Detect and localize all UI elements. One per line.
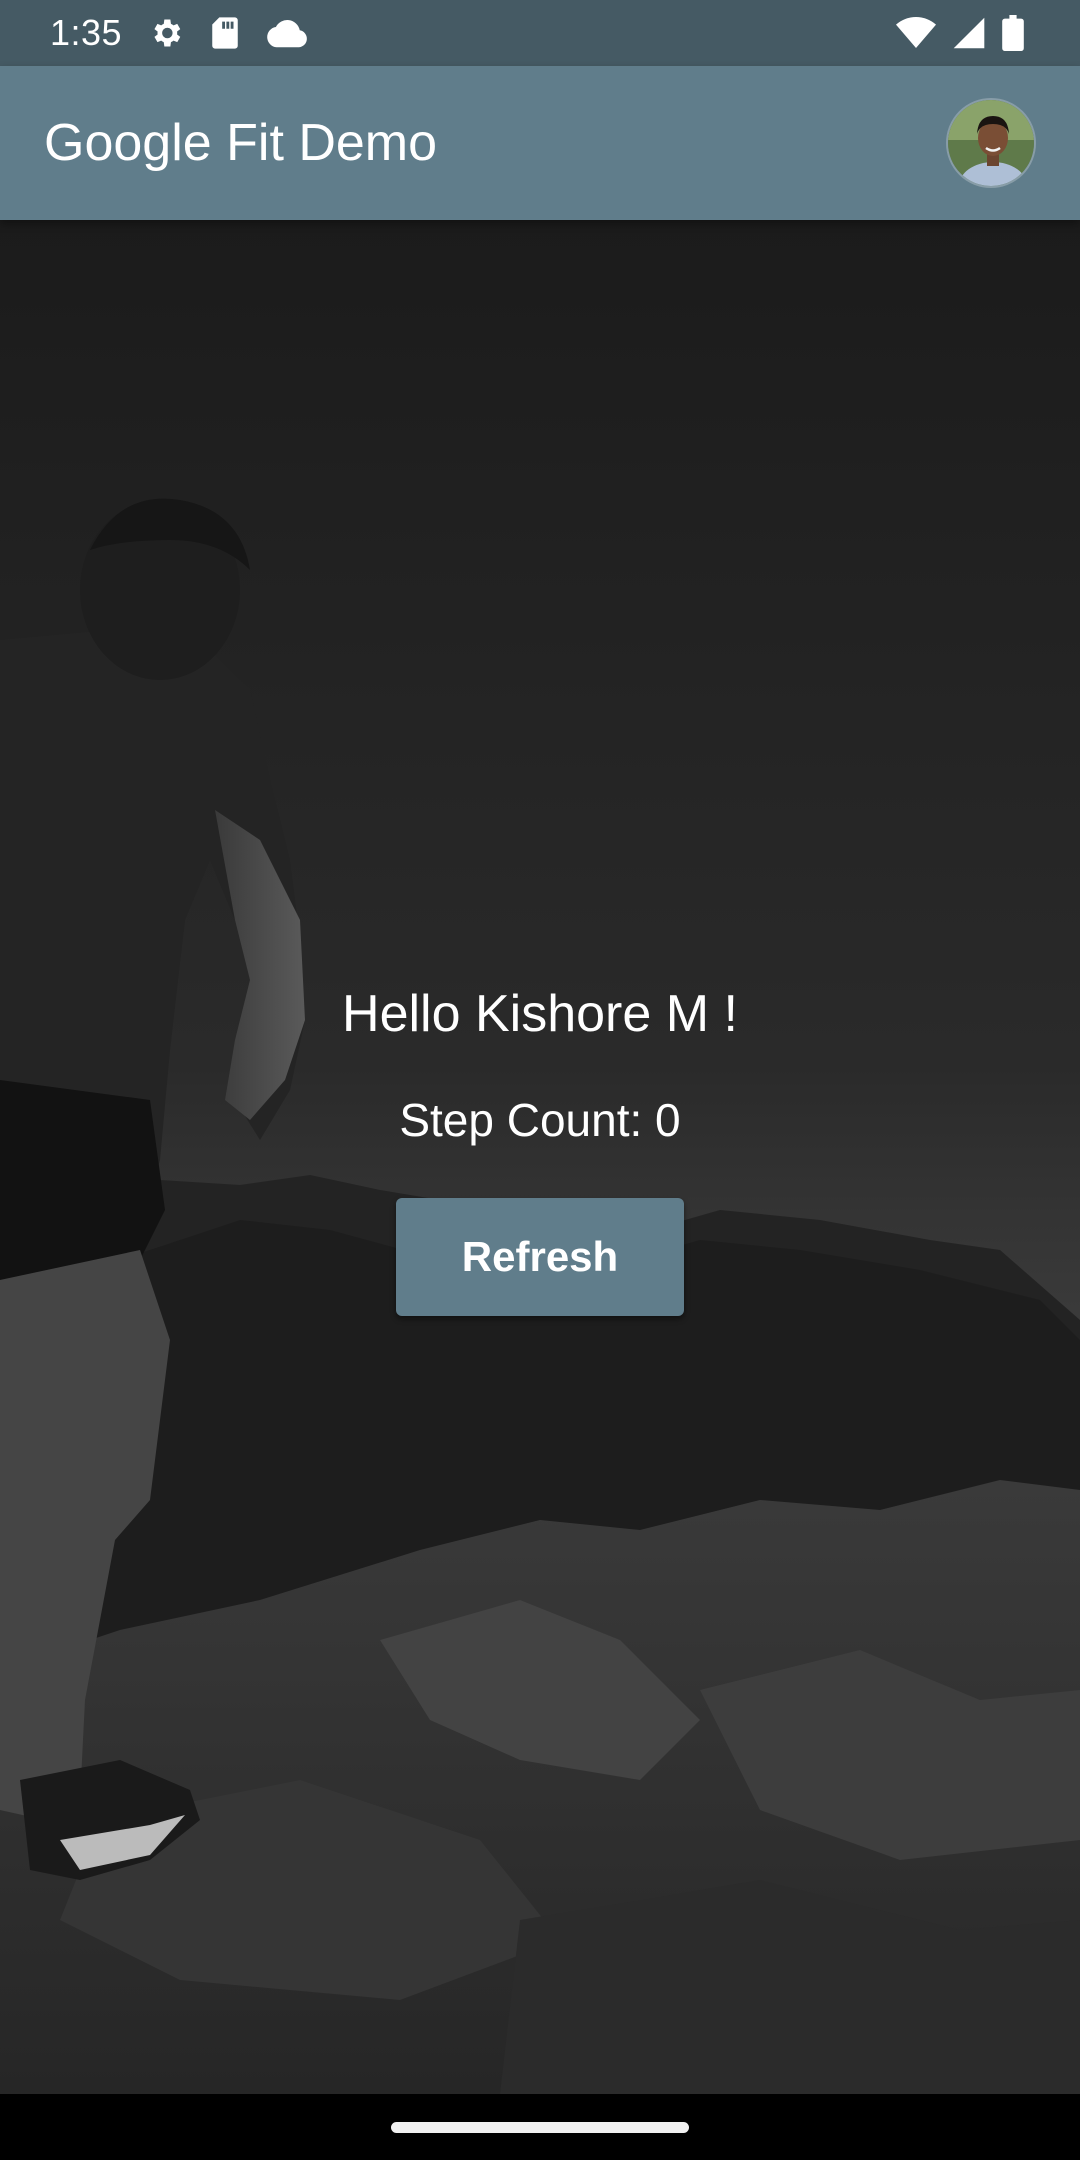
status-right xyxy=(896,15,1024,51)
refresh-button[interactable]: Refresh xyxy=(396,1198,684,1316)
profile-avatar[interactable] xyxy=(946,98,1036,188)
main-content: Hello Kishore M ! Step Count: 0 Refresh xyxy=(0,220,1080,2094)
sd-card-icon xyxy=(210,16,240,50)
greeting-text: Hello Kishore M ! xyxy=(342,985,738,1043)
app-title: Google Fit Demo xyxy=(44,114,438,172)
status-bar: 1:35 xyxy=(0,0,1080,66)
signal-icon xyxy=(952,16,986,50)
home-gesture-handle[interactable] xyxy=(391,2121,689,2133)
navigation-bar xyxy=(0,2094,1080,2160)
wifi-icon xyxy=(896,16,936,50)
status-left: 1:35 xyxy=(50,12,308,54)
battery-icon xyxy=(1002,15,1024,51)
status-time: 1:35 xyxy=(50,12,123,53)
center-block: Hello Kishore M ! Step Count: 0 Refresh xyxy=(0,982,1080,1316)
gear-icon xyxy=(148,15,184,51)
app-bar: Google Fit Demo xyxy=(0,66,1080,220)
step-count-text: Step Count: 0 xyxy=(399,1094,681,1146)
cloud-icon xyxy=(266,18,308,48)
app-screen: 1:35 Google Fit Demo Hello Kishore M ! S… xyxy=(0,0,1080,2160)
